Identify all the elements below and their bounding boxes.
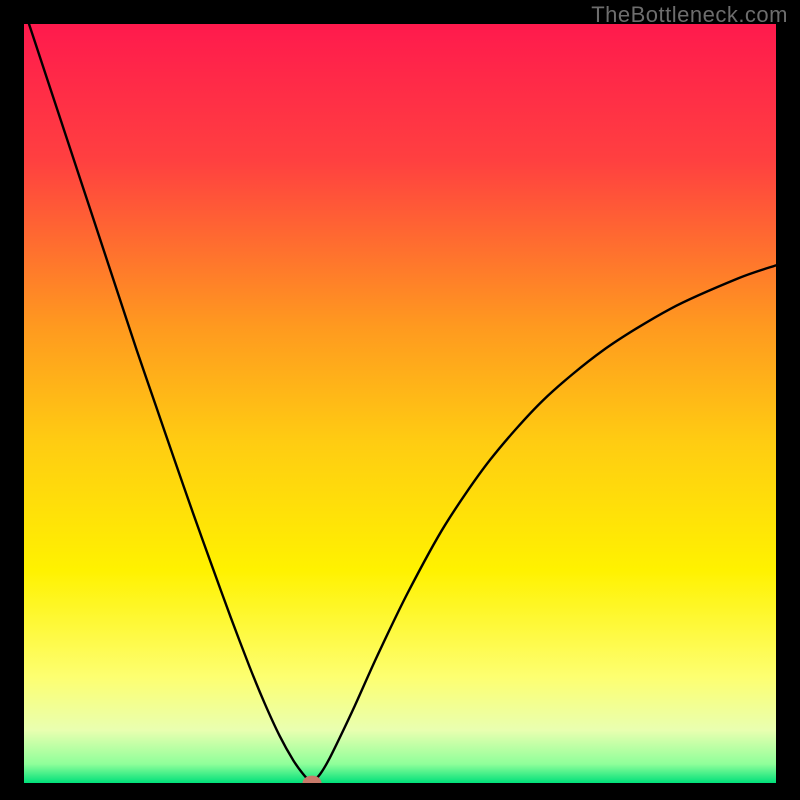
- bottleneck-chart-svg: [24, 24, 776, 783]
- plot-area: [24, 24, 776, 783]
- watermark-text: TheBottleneck.com: [591, 2, 788, 28]
- chart-container: TheBottleneck.com: [0, 0, 800, 800]
- gradient-background: [24, 24, 776, 783]
